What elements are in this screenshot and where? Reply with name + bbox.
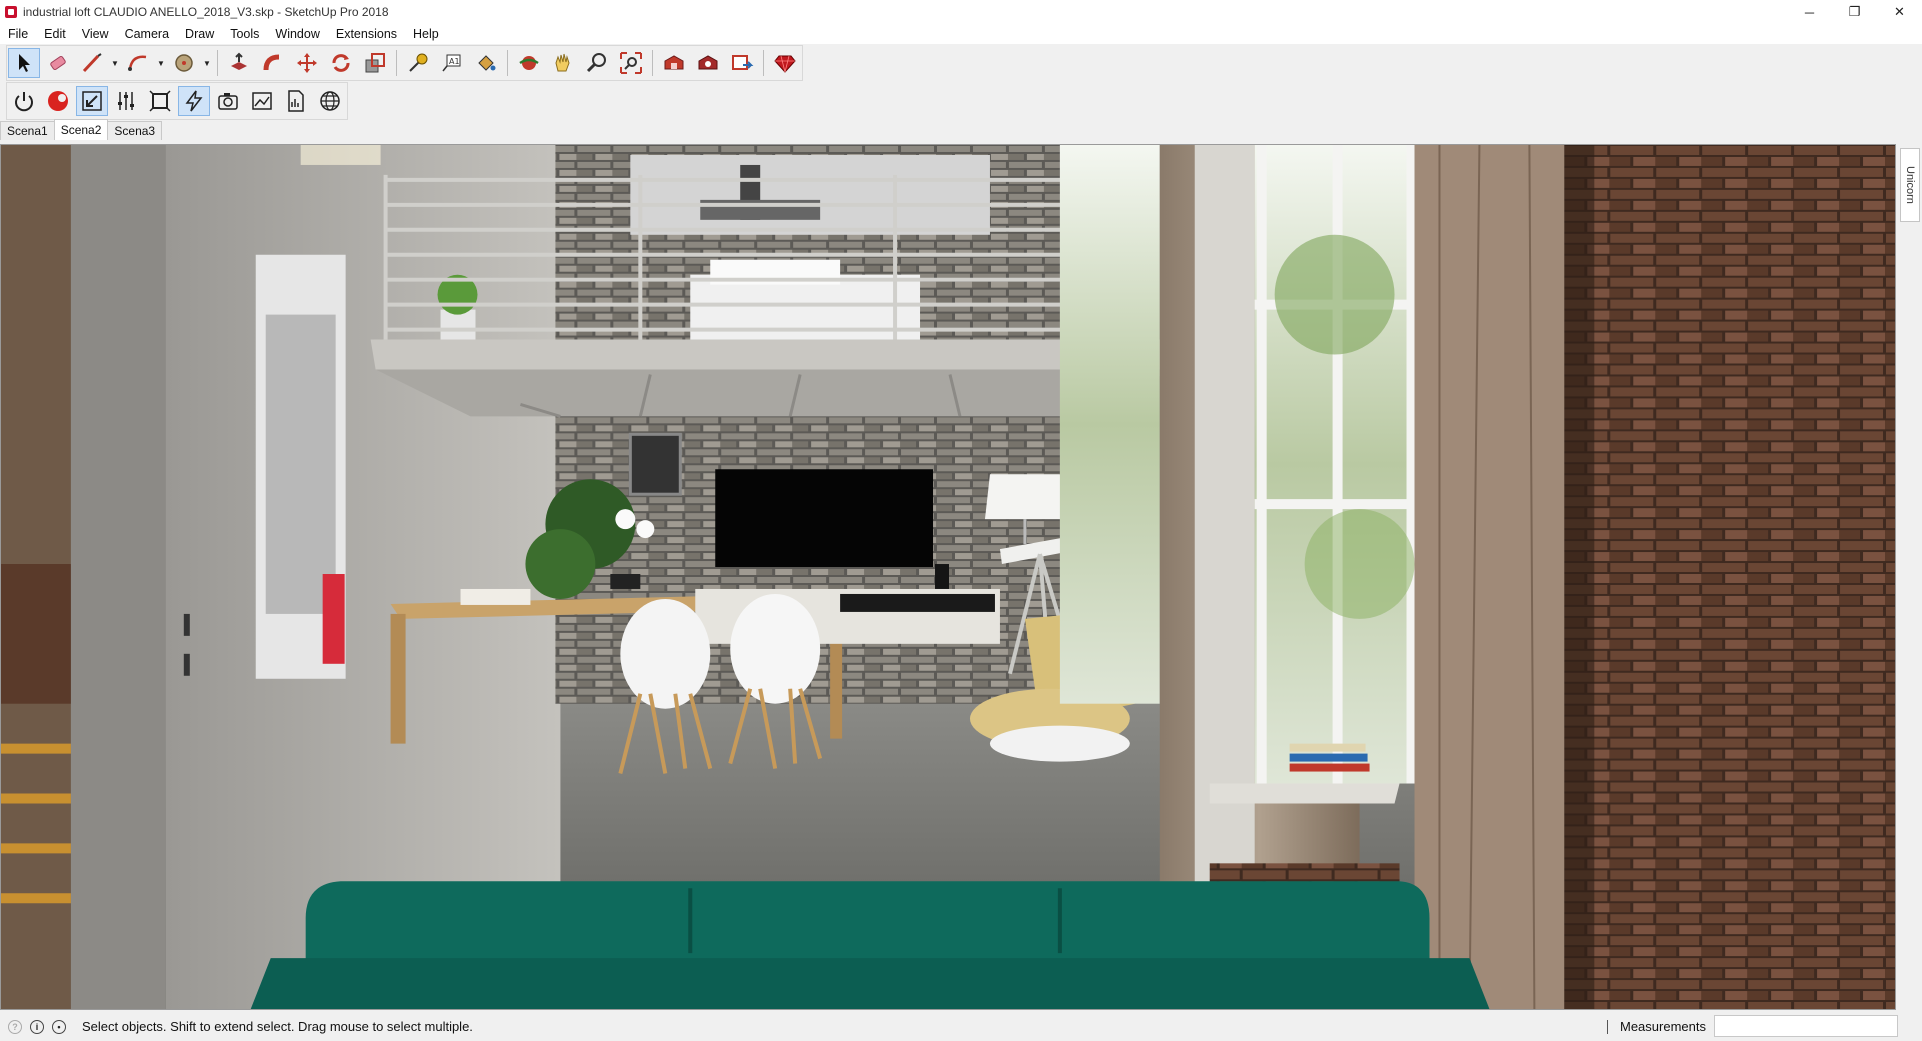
text-icon[interactable]: A1 [436,48,468,78]
side-tray: Unicorn [1898,144,1922,1010]
toolbar-separator [763,50,764,76]
push-pull-icon[interactable] [223,48,255,78]
menu-file[interactable]: File [0,24,36,44]
scene-tab-scena2[interactable]: Scena2 [53,119,109,140]
menu-tools[interactable]: Tools [222,24,267,44]
line-dropdown-icon[interactable]: ▼ [109,48,121,78]
info-icon[interactable]: i [30,1019,44,1034]
title-bar: industrial loft CLAUDIO ANELLO_2018_V3.s… [0,0,1922,24]
globe-icon[interactable] [314,86,346,116]
measurements-label: Measurements [1620,1019,1706,1034]
lightning-icon[interactable] [178,86,210,116]
menu-window[interactable]: Window [267,24,327,44]
shape-dropdown-icon[interactable]: ▼ [201,48,213,78]
tray-tab-label: Unicorn [1904,166,1916,204]
zoom-icon[interactable] [581,48,613,78]
restore-button[interactable]: ❐ [1832,0,1877,24]
line-icon[interactable] [76,48,108,78]
status-bar: ? i • Select objects. Shift to extend se… [0,1012,1922,1041]
render-sphere-icon[interactable] [42,86,74,116]
follow-me-icon[interactable] [257,48,289,78]
frame-icon[interactable] [144,86,176,116]
svg-text:A1: A1 [449,57,460,66]
user-icon[interactable]: • [52,1019,66,1034]
arc-icon[interactable] [122,48,154,78]
toolbar-separator [217,50,218,76]
menu-draw[interactable]: Draw [177,24,222,44]
tape-measure-icon[interactable] [402,48,434,78]
toolbar-separator [507,50,508,76]
paint-bucket-icon[interactable] [470,48,502,78]
scene-tab-scena1[interactable]: Scena1 [0,121,55,140]
menu-help[interactable]: Help [405,24,447,44]
window-title: industrial loft CLAUDIO ANELLO_2018_V3.s… [23,5,389,19]
orbit-icon[interactable] [513,48,545,78]
tray-tab-unicorn[interactable]: Unicorn [1900,148,1920,222]
model-viewport[interactable] [0,144,1896,1010]
scene-tabs: Scena1 Scena2 Scena3 [0,119,163,140]
pan-icon[interactable] [547,48,579,78]
menu-edit[interactable]: Edit [36,24,74,44]
resize-icon[interactable] [76,86,108,116]
sliders-icon[interactable] [110,86,142,116]
main-toolbar: ▼ ▼ ▼ A1 [6,45,803,81]
move-icon[interactable] [291,48,323,78]
eraser-icon[interactable] [42,48,74,78]
render-toolbar [6,82,348,120]
toolbar-separator [652,50,653,76]
measurements-input[interactable] [1714,1015,1898,1037]
menu-bar: File Edit View Camera Draw Tools Window … [0,24,1922,44]
menu-view[interactable]: View [74,24,117,44]
select-icon[interactable] [8,48,40,78]
arc-dropdown-icon[interactable]: ▼ [155,48,167,78]
measurements-separator [1607,1020,1608,1034]
zoom-extents-icon[interactable] [615,48,647,78]
toolbar-separator [396,50,397,76]
menu-camera[interactable]: Camera [117,24,177,44]
shape-icon[interactable] [168,48,200,78]
geolocation-icon[interactable]: ? [8,1019,22,1034]
camera-icon[interactable] [212,86,244,116]
menu-extensions[interactable]: Extensions [328,24,405,44]
rotate-icon[interactable] [325,48,357,78]
power-icon[interactable] [8,86,40,116]
status-message: Select objects. Shift to extend select. … [82,1019,473,1034]
scale-icon[interactable] [359,48,391,78]
sketchup-app-icon [5,6,17,18]
scene-tab-scena3[interactable]: Scena3 [107,121,163,140]
window-controls: ─ ❐ ✕ [1787,0,1922,24]
warehouse-icon[interactable] [658,48,690,78]
chart-doc-icon[interactable] [280,86,312,116]
close-button[interactable]: ✕ [1877,0,1922,24]
minimize-button[interactable]: ─ [1787,0,1832,24]
ruby-icon[interactable] [769,48,801,78]
extension-warehouse-icon[interactable] [692,48,724,78]
layout-icon[interactable] [726,48,758,78]
rendered-loft-scene [1,145,1895,1009]
image-icon[interactable] [246,86,278,116]
